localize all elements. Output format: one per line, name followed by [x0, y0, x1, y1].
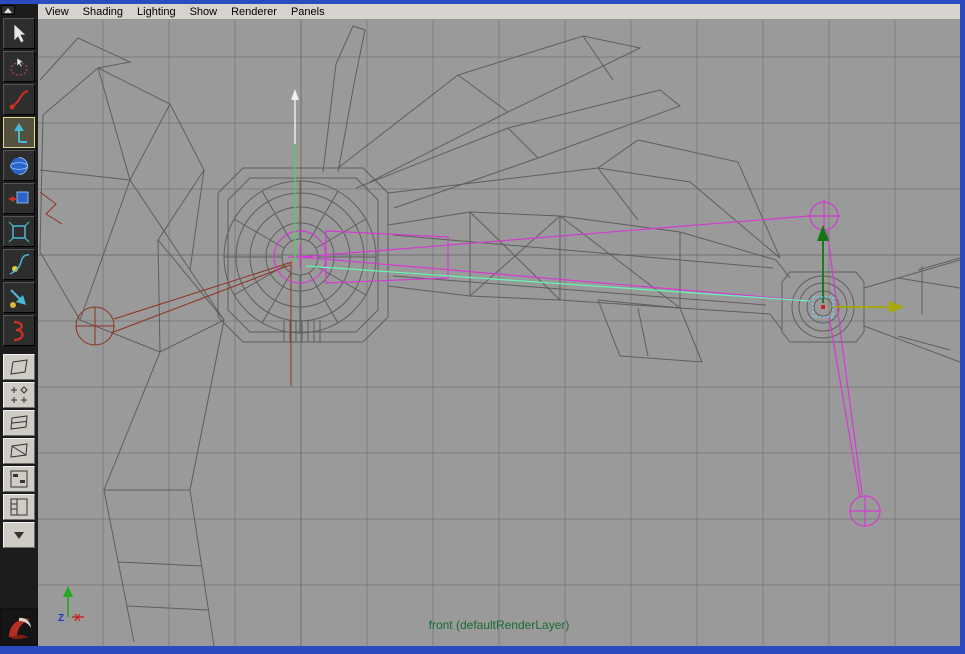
cursor-arrow-icon [13, 22, 28, 44]
lasso-select-tool-button[interactable] [3, 51, 35, 82]
single-pane-icon [10, 359, 28, 375]
toolbox-sidebar [0, 4, 38, 646]
scene-canvas[interactable] [38, 20, 960, 646]
under-arm-mesh [597, 299, 703, 363]
plus-diamond-grid-icon [11, 386, 28, 403]
up-triangle-icon [4, 7, 12, 13]
move-manipulator[interactable] [812, 225, 904, 318]
menu-shading[interactable]: Shading [76, 5, 130, 19]
wrist-housing [769, 257, 960, 363]
show-manipulator-icon [10, 288, 26, 308]
last-tool-icon [13, 320, 24, 341]
layout-menu-dropdown-button[interactable] [3, 522, 35, 548]
maya-logo-icon [2, 610, 36, 644]
grid-lines [38, 20, 960, 646]
toolbox-scroll-button[interactable] [1, 5, 15, 15]
saved-layouts-grid-button[interactable] [3, 382, 35, 408]
menu-view[interactable]: View [38, 5, 76, 19]
last-tool-button[interactable] [3, 315, 35, 346]
diagonal-pane-icon [10, 443, 28, 458]
rotate-tool-button[interactable] [3, 150, 35, 181]
manipulator-x-arrowhead [889, 301, 904, 313]
menu-show[interactable]: Show [183, 5, 225, 19]
soft-mod-icon [9, 253, 30, 275]
soft-mod-tool-button[interactable] [3, 249, 35, 280]
scale-tool-button[interactable] [3, 183, 35, 214]
outliner-pane-layout-button[interactable] [3, 494, 35, 520]
arm-truss [387, 139, 781, 259]
two-pane-layout-button[interactable] [3, 410, 35, 436]
select-tool-button[interactable] [3, 18, 35, 49]
outliner-pane-icon [10, 498, 28, 516]
maya-logo [0, 608, 38, 646]
axis-x-label: X [74, 613, 81, 624]
stacked-panes-icon [10, 415, 28, 430]
body-mesh [39, 37, 225, 353]
front-view-panel[interactable]: front (defaultRenderLayer) Z X [38, 20, 960, 646]
hypergraph-pane-layout-button[interactable] [3, 466, 35, 492]
axis-z-label: Z [58, 613, 65, 624]
ik-lines [299, 215, 863, 498]
wing-blades [322, 25, 682, 209]
diagonal-pane-layout-button[interactable] [3, 438, 35, 464]
hypergraph-pane-icon [10, 470, 28, 488]
rotate-sphere-icon [10, 156, 28, 175]
scale-cube-icon [8, 191, 29, 203]
arm-mesh [387, 211, 777, 315]
show-manipulator-tool-button[interactable] [3, 282, 35, 313]
joint-y-axis-handle[interactable] [291, 89, 299, 262]
ik-handle-chain[interactable] [273, 200, 881, 527]
lasso-icon [10, 57, 28, 75]
paint-brush-icon [9, 89, 29, 109]
pole-vector-red[interactable] [39, 191, 293, 386]
wireframe-model[interactable] [39, 25, 960, 646]
ik-spline-cyan[interactable] [305, 265, 811, 302]
move-manipulator-icon [14, 122, 27, 143]
paint-select-tool-button[interactable] [3, 84, 35, 115]
menu-lighting[interactable]: Lighting [130, 5, 183, 19]
panel-menu-bar: View Shading Lighting Show Renderer Pane… [38, 4, 960, 20]
camera-label: front (defaultRenderLayer) [428, 618, 570, 632]
menu-panels[interactable]: Panels [284, 5, 332, 19]
single-pane-layout-button[interactable] [3, 354, 35, 380]
manipulator-center-mark [821, 305, 825, 309]
leg-mesh [103, 319, 225, 646]
universal-manipulator-icon [8, 221, 30, 242]
layout-shortcuts [3, 353, 35, 549]
move-tool-button[interactable] [3, 117, 35, 148]
universal-manipulator-tool-button[interactable] [3, 216, 35, 247]
menu-renderer[interactable]: Renderer [224, 5, 284, 19]
down-arrow-icon [14, 532, 24, 539]
